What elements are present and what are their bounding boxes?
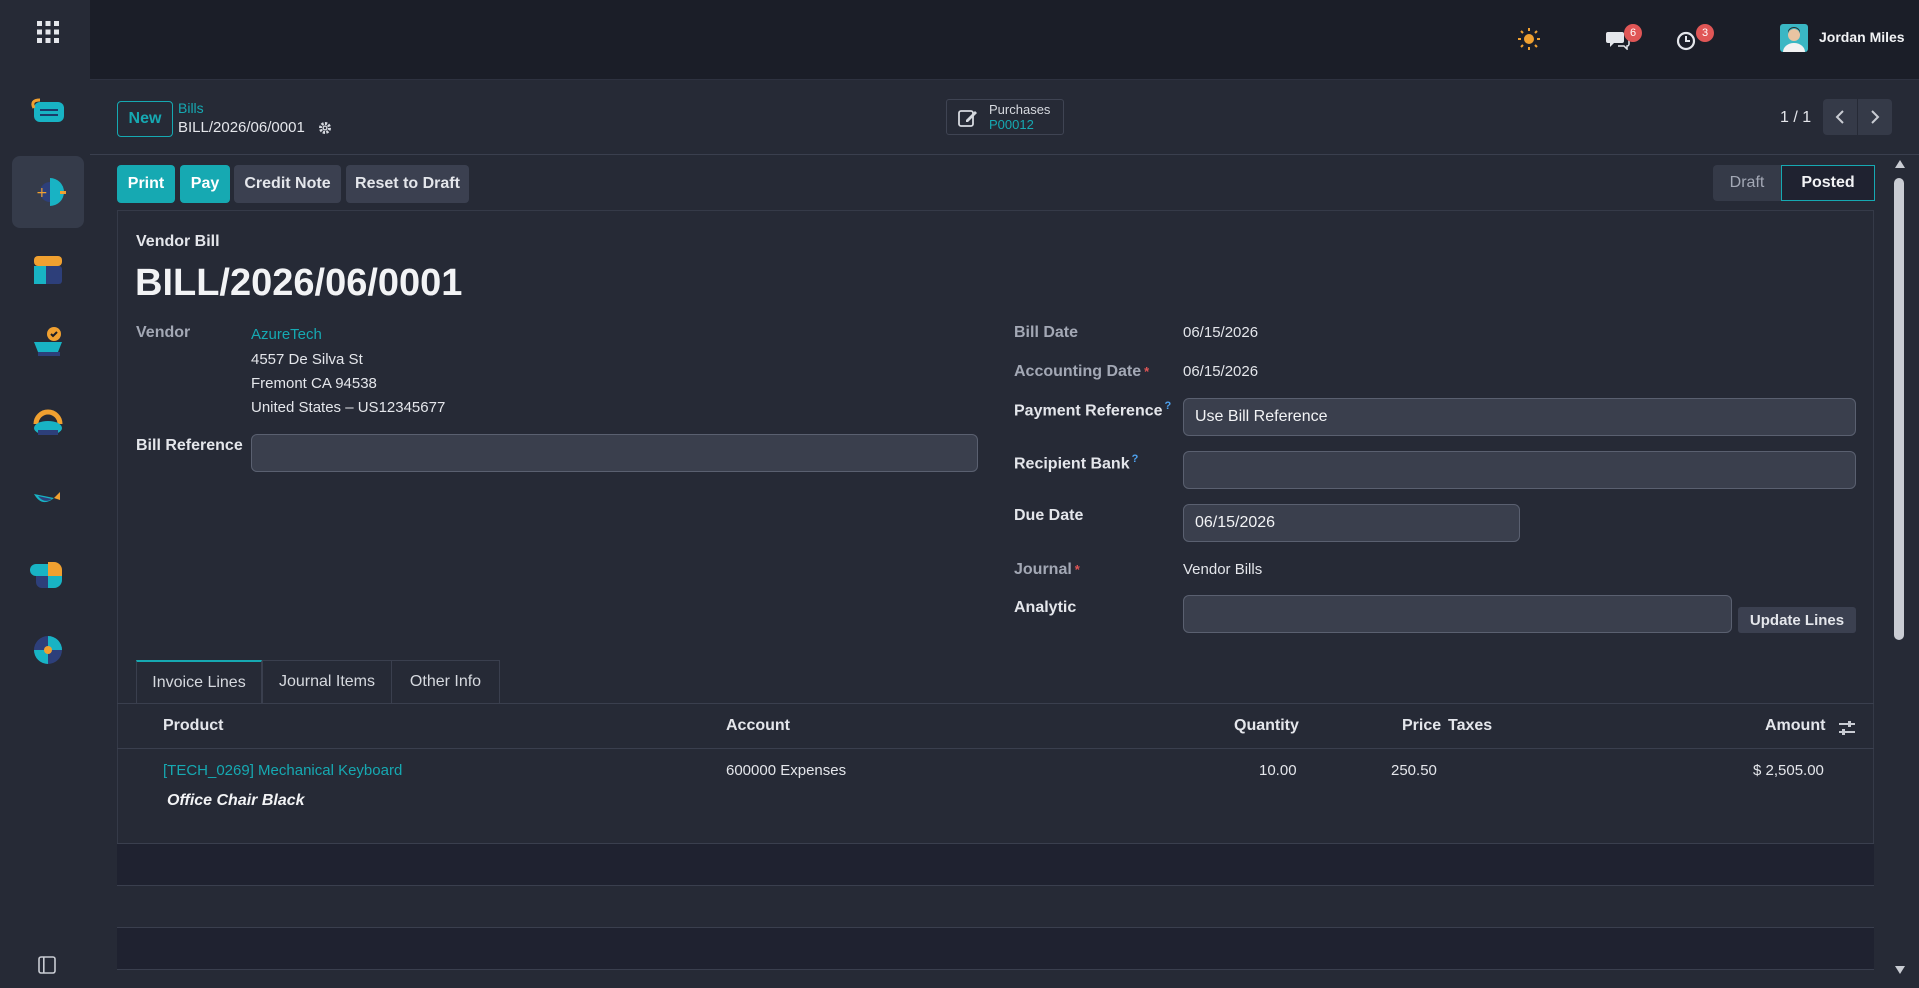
- pager-next-button[interactable]: [1858, 99, 1892, 135]
- new-button[interactable]: New: [117, 101, 173, 137]
- control-panel: New Bills BILL/2026/06/0001 Purchases P0…: [90, 81, 1919, 155]
- vendor-label: Vendor: [136, 324, 191, 341]
- user-name[interactable]: Jordan Miles: [1819, 29, 1905, 45]
- crm-app-icon[interactable]: [12, 386, 84, 458]
- help-tooltip-icon[interactable]: ?: [1132, 453, 1139, 465]
- reporting-app-icon[interactable]: [12, 614, 84, 686]
- row-amount: $ 2,505.00: [1753, 762, 1824, 779]
- column-header-account[interactable]: Account: [726, 717, 790, 735]
- bill-date-label: Bill Date: [1014, 324, 1079, 341]
- row-product-link[interactable]: [TECH_0269] Mechanical Keyboard: [163, 762, 402, 779]
- user-avatar[interactable]: [1780, 24, 1808, 52]
- apps-grid-icon[interactable]: [36, 20, 60, 44]
- column-header-price[interactable]: Price: [1402, 717, 1441, 735]
- empty-row: [117, 969, 1874, 988]
- tab-invoice-lines[interactable]: Invoice Lines: [136, 660, 262, 704]
- accounting-date-label: Accounting Date *: [1014, 363, 1150, 380]
- activities-clock-icon[interactable]: [1676, 31, 1696, 51]
- scrollbar-thumb[interactable]: [1894, 178, 1904, 640]
- required-asterisk: *: [1144, 364, 1150, 379]
- breadcrumb-current: BILL/2026/06/0001: [178, 119, 305, 136]
- sales-app-icon[interactable]: [12, 234, 84, 306]
- column-header-amount[interactable]: Amount: [1765, 717, 1825, 735]
- row-price[interactable]: 250.50: [1391, 762, 1437, 779]
- print-button[interactable]: Print: [117, 165, 175, 203]
- due-date-label: Due Date: [1014, 507, 1084, 524]
- bill-date-value[interactable]: 06/15/2026: [1183, 324, 1258, 341]
- analytic-input[interactable]: [1183, 595, 1732, 633]
- empty-row: [117, 843, 1874, 885]
- chevron-left-icon: [1835, 110, 1844, 124]
- app-sidebar: +: [0, 0, 90, 988]
- activities-count-badge: 3: [1696, 24, 1714, 42]
- purchase-app-icon[interactable]: [12, 306, 84, 378]
- journal-value[interactable]: Vendor Bills: [1183, 561, 1262, 578]
- pay-button[interactable]: Pay: [180, 165, 230, 203]
- column-header-taxes[interactable]: Taxes: [1448, 717, 1492, 735]
- pager-previous-button[interactable]: [1823, 99, 1857, 135]
- document-kind-label: Vendor Bill: [136, 233, 220, 250]
- document-title: BILL/2026/06/0001: [135, 262, 463, 304]
- payment-reference-input[interactable]: Use Bill Reference: [1183, 398, 1856, 436]
- due-date-input[interactable]: 06/15/2026: [1183, 504, 1520, 542]
- credit-note-button[interactable]: Credit Note: [234, 165, 341, 203]
- recipient-bank-input[interactable]: [1183, 451, 1856, 489]
- payment-reference-label: Payment Reference?: [1014, 400, 1172, 420]
- top-navbar: 6 3 Jordan Miles: [90, 0, 1919, 80]
- recipient-bank-label: Recipient Bank?: [1014, 453, 1139, 473]
- edit-document-icon: [957, 107, 979, 129]
- scrollbar[interactable]: [1893, 160, 1907, 988]
- vendor-address-line2: Fremont CA 94538: [251, 375, 377, 392]
- tab-journal-items[interactable]: Journal Items: [262, 660, 392, 704]
- empty-row: [117, 927, 1874, 969]
- breadcrumb-parent-link[interactable]: Bills: [178, 100, 204, 116]
- vendor-address-line1: 4557 De Silva St: [251, 351, 363, 368]
- record-settings-gear-icon[interactable]: [318, 121, 332, 135]
- vendor-link[interactable]: AzureTech: [251, 326, 322, 343]
- help-tooltip-icon[interactable]: ?: [1165, 400, 1172, 412]
- row-account[interactable]: 600000 Expenses: [726, 762, 846, 779]
- purchases-smart-button[interactable]: Purchases P00012: [946, 99, 1064, 135]
- pager-value[interactable]: 1 / 1: [1780, 109, 1811, 127]
- scroll-down-arrow-icon[interactable]: [1895, 966, 1905, 974]
- analytic-label: Analytic: [1014, 599, 1077, 616]
- svg-text:+: +: [36, 185, 48, 201]
- inventory-app-icon[interactable]: [12, 460, 84, 532]
- messages-count-badge: 6: [1624, 24, 1642, 42]
- empty-row: [117, 885, 1874, 927]
- discuss-app-icon[interactable]: [12, 76, 84, 148]
- purchases-label: Purchases: [989, 102, 1051, 117]
- purchases-value: P00012: [989, 117, 1034, 132]
- accounting-app-icon[interactable]: +: [12, 156, 84, 228]
- update-lines-button[interactable]: Update Lines: [1738, 607, 1856, 633]
- bill-reference-input[interactable]: [251, 434, 978, 472]
- column-header-product[interactable]: Product: [163, 717, 223, 735]
- status-posted: Posted: [1781, 165, 1875, 201]
- row-quantity[interactable]: 10.00: [1259, 762, 1297, 779]
- status-draft[interactable]: Draft: [1713, 165, 1781, 201]
- optional-columns-toggle-icon[interactable]: [1838, 719, 1856, 737]
- journal-label: Journal *: [1014, 561, 1080, 578]
- column-header-quantity[interactable]: Quantity: [1234, 717, 1299, 735]
- tabs-divider: [117, 703, 1874, 704]
- row-description[interactable]: Office Chair Black: [167, 792, 305, 810]
- bill-reference-label: Bill Reference: [136, 437, 243, 454]
- scroll-up-arrow-icon[interactable]: [1895, 160, 1905, 168]
- tab-other-info[interactable]: Other Info: [391, 660, 500, 704]
- chevron-right-icon: [1871, 110, 1880, 124]
- vendor-address-line3: United States – US12345677: [251, 399, 446, 416]
- theme-toggle-sun-icon[interactable]: [1518, 28, 1540, 50]
- sidebar-toggle-icon[interactable]: [38, 956, 56, 974]
- reset-to-draft-button[interactable]: Reset to Draft: [346, 165, 469, 203]
- required-asterisk: *: [1074, 562, 1080, 577]
- accounting-date-value[interactable]: 06/15/2026: [1183, 363, 1258, 380]
- project-app-icon[interactable]: [12, 538, 84, 610]
